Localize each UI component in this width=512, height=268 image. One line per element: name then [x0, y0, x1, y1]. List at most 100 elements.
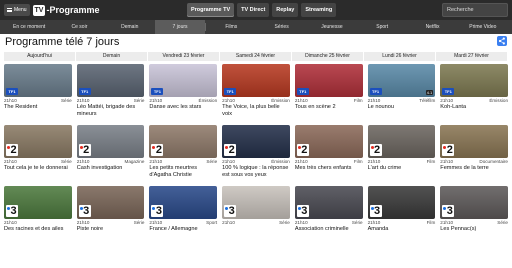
tab-streaming[interactable]: Streaming — [301, 3, 337, 17]
program-title[interactable]: Les Pennac(s) — [440, 226, 508, 233]
program-thumbnail[interactable]: 2 — [294, 125, 363, 159]
program-title[interactable]: The Voice, la plus belle voix — [222, 104, 290, 117]
program-card[interactable]: TF1 21h10 Émission Danse avec les stars — [149, 64, 218, 117]
subnav-films[interactable]: Films — [206, 20, 256, 34]
program-thumbnail[interactable]: TF1 — [440, 64, 508, 97]
day-column-header[interactable]: Vendredi 23 février — [148, 52, 220, 61]
program-thumbnail[interactable]: 2 — [76, 125, 145, 159]
program-thumbnail[interactable]: 2 — [149, 125, 218, 159]
channel-number: 2 — [446, 143, 453, 156]
program-card[interactable]: TF1 21h10 Série Léo Mattéi, brigade des min… — [76, 64, 145, 117]
search-input[interactable] — [447, 4, 507, 16]
program-title[interactable]: Koh-Lanta — [440, 104, 508, 111]
channel-number: 2 — [228, 143, 235, 156]
program-card[interactable]: 2 21h10 Film Mes très chers enfants — [294, 125, 363, 178]
program-thumbnail[interactable]: 3 — [4, 186, 72, 220]
program-thumbnail[interactable]: 3 — [76, 186, 145, 220]
program-card[interactable]: 2 21h10 Émission 100 % logique : la réponse… — [222, 125, 290, 178]
share-button[interactable] — [497, 36, 507, 46]
program-thumbnail[interactable]: 3 — [294, 186, 363, 220]
program-card[interactable]: TF1 21h10 Émission Koh-Lanta — [440, 64, 508, 117]
program-card[interactable]: 3 21h10 Série Les Pennac(s) — [440, 186, 508, 233]
program-thumbnail[interactable]: TF1 — [294, 64, 363, 97]
france3-logo-icon: 3 — [78, 204, 91, 218]
subnav-7-jours[interactable]: 7 jours — [154, 20, 206, 34]
program-card[interactable]: TF1 21h10 Film Tous en scène 2 — [294, 64, 363, 117]
channel-number: 3 — [83, 204, 90, 217]
program-card[interactable]: 3 21h10 Sport France / Allemagne — [149, 186, 218, 233]
program-card[interactable]: 2 21h10 Film L'art du crime — [367, 125, 436, 178]
program-title[interactable]: Des racines et des ailes — [4, 226, 72, 233]
program-title[interactable]: Association criminelle — [295, 226, 363, 233]
subnav-ce-soir[interactable]: Ce soir — [54, 20, 104, 34]
search-box[interactable] — [442, 3, 508, 17]
tab-replay[interactable]: Replay — [272, 3, 299, 17]
menu-button[interactable]: Menu — [4, 4, 30, 16]
program-title[interactable]: Amanda — [368, 226, 436, 233]
program-title[interactable]: L'art du crime — [368, 165, 436, 172]
day-column-header[interactable]: Mardi 27 février — [436, 52, 508, 61]
program-title[interactable]: Danse avec les stars — [149, 104, 217, 111]
program-thumbnail[interactable]: 3 — [222, 186, 290, 220]
program-thumbnail[interactable]: 3 — [367, 186, 436, 220]
program-title[interactable]: Femmes de la terre — [440, 165, 508, 172]
program-thumbnail[interactable]: 2 — [440, 125, 508, 159]
subnav-netflix[interactable]: Netflix — [407, 20, 457, 34]
program-thumbnail[interactable]: 3 — [149, 186, 218, 220]
program-thumbnail[interactable]: 2 — [4, 125, 72, 159]
program-title[interactable]: Mes très chers enfants — [295, 165, 363, 172]
program-title[interactable]: Tout cela je te le donnerai — [4, 165, 72, 172]
day-column-header[interactable]: Samedi 24 février — [220, 52, 292, 61]
program-thumbnail[interactable]: TF1 — [149, 64, 218, 97]
tab-programme-tv[interactable]: Programme TV — [187, 3, 235, 17]
site-logo[interactable]: TV -Programme — [32, 4, 99, 16]
subnav-en-ce-moment[interactable]: En ce moment — [4, 20, 54, 34]
program-thumbnail[interactable]: 2 — [367, 125, 436, 159]
program-card[interactable]: 2 21h10 Série Les petits meurtres d'Agatha … — [149, 125, 218, 178]
tab-tv-direct[interactable]: TV Direct — [237, 3, 270, 17]
program-title[interactable]: Léo Mattéi, brigade des mineurs — [77, 104, 145, 117]
program-title[interactable]: Piste noire — [77, 226, 145, 233]
program-title[interactable]: 100 % logique : la réponse est sous vos … — [222, 165, 290, 178]
program-card[interactable]: TF1 21h10 Série The Resident — [4, 64, 72, 117]
tf1-logo-icon: TF1 — [296, 88, 309, 95]
day-column-header[interactable]: Aujourd'hui — [4, 52, 76, 61]
program-card[interactable]: 2 21h10 Série Tout cela je te le donnerai — [4, 125, 72, 178]
program-thumbnail[interactable]: TF1 — [4, 64, 72, 97]
subnav-sport[interactable]: Sport — [357, 20, 407, 34]
day-column-header[interactable]: Dimanche 25 février — [292, 52, 364, 61]
france2-logo-icon: 2 — [369, 144, 382, 157]
program-thumbnail[interactable]: TF1 4.1 — [367, 64, 436, 97]
program-thumbnail[interactable]: 2 — [222, 125, 290, 159]
program-card[interactable]: 3 21h10 Série Association criminelle — [294, 186, 363, 233]
france3-logo-icon: 3 — [296, 205, 309, 218]
day-column-header[interactable]: Demain — [76, 52, 148, 61]
program-title[interactable]: The Resident — [4, 104, 72, 111]
program-title[interactable]: Tous en scène 2 — [295, 104, 363, 111]
channel-dot-icon — [370, 146, 374, 150]
tf1-logo-icon: TF1 — [224, 88, 237, 95]
program-card[interactable]: 2 21h10 Documentaire Femmes de la terre — [440, 125, 508, 178]
channel-name: TF1 — [8, 89, 16, 94]
subnav-jeunesse[interactable]: Jeunesse — [307, 20, 357, 34]
program-title[interactable]: France / Allemagne — [149, 226, 217, 233]
program-thumbnail[interactable]: 3 — [440, 186, 508, 220]
day-column-header[interactable]: Lundi 26 février — [364, 52, 436, 61]
program-thumbnail[interactable]: TF1 — [76, 64, 145, 97]
program-card[interactable]: 3 21h10 Des racines et des ailes — [4, 186, 72, 233]
program-title[interactable]: Cash investigation — [77, 165, 145, 172]
program-title[interactable]: Le nounou — [368, 104, 436, 111]
program-thumbnail[interactable]: TF1 — [222, 64, 290, 97]
program-card[interactable]: 3 21h10 Série Piste noire — [76, 186, 145, 233]
program-card[interactable]: 3 21h10 Film Amanda — [367, 186, 436, 233]
program-card[interactable]: TF1 4.1 21h10 Téléfilm Le nounou — [367, 64, 436, 117]
program-card[interactable]: 2 21h10 Magazine Cash investigation — [76, 125, 145, 178]
tf1-logo-icon: TF1 — [369, 88, 382, 95]
subnav-prime-video[interactable]: Prime Video — [458, 20, 508, 34]
share-icon — [498, 37, 505, 45]
subnav-demain[interactable]: Demain — [105, 20, 155, 34]
subnav-series[interactable]: Séries — [256, 20, 306, 34]
program-card[interactable]: 3 21h10 Série — [222, 186, 290, 233]
program-card[interactable]: TF1 21h10 Émission The Voice, la plus belle… — [222, 64, 290, 117]
program-title[interactable]: Les petits meurtres d'Agatha Christie — [149, 165, 217, 178]
